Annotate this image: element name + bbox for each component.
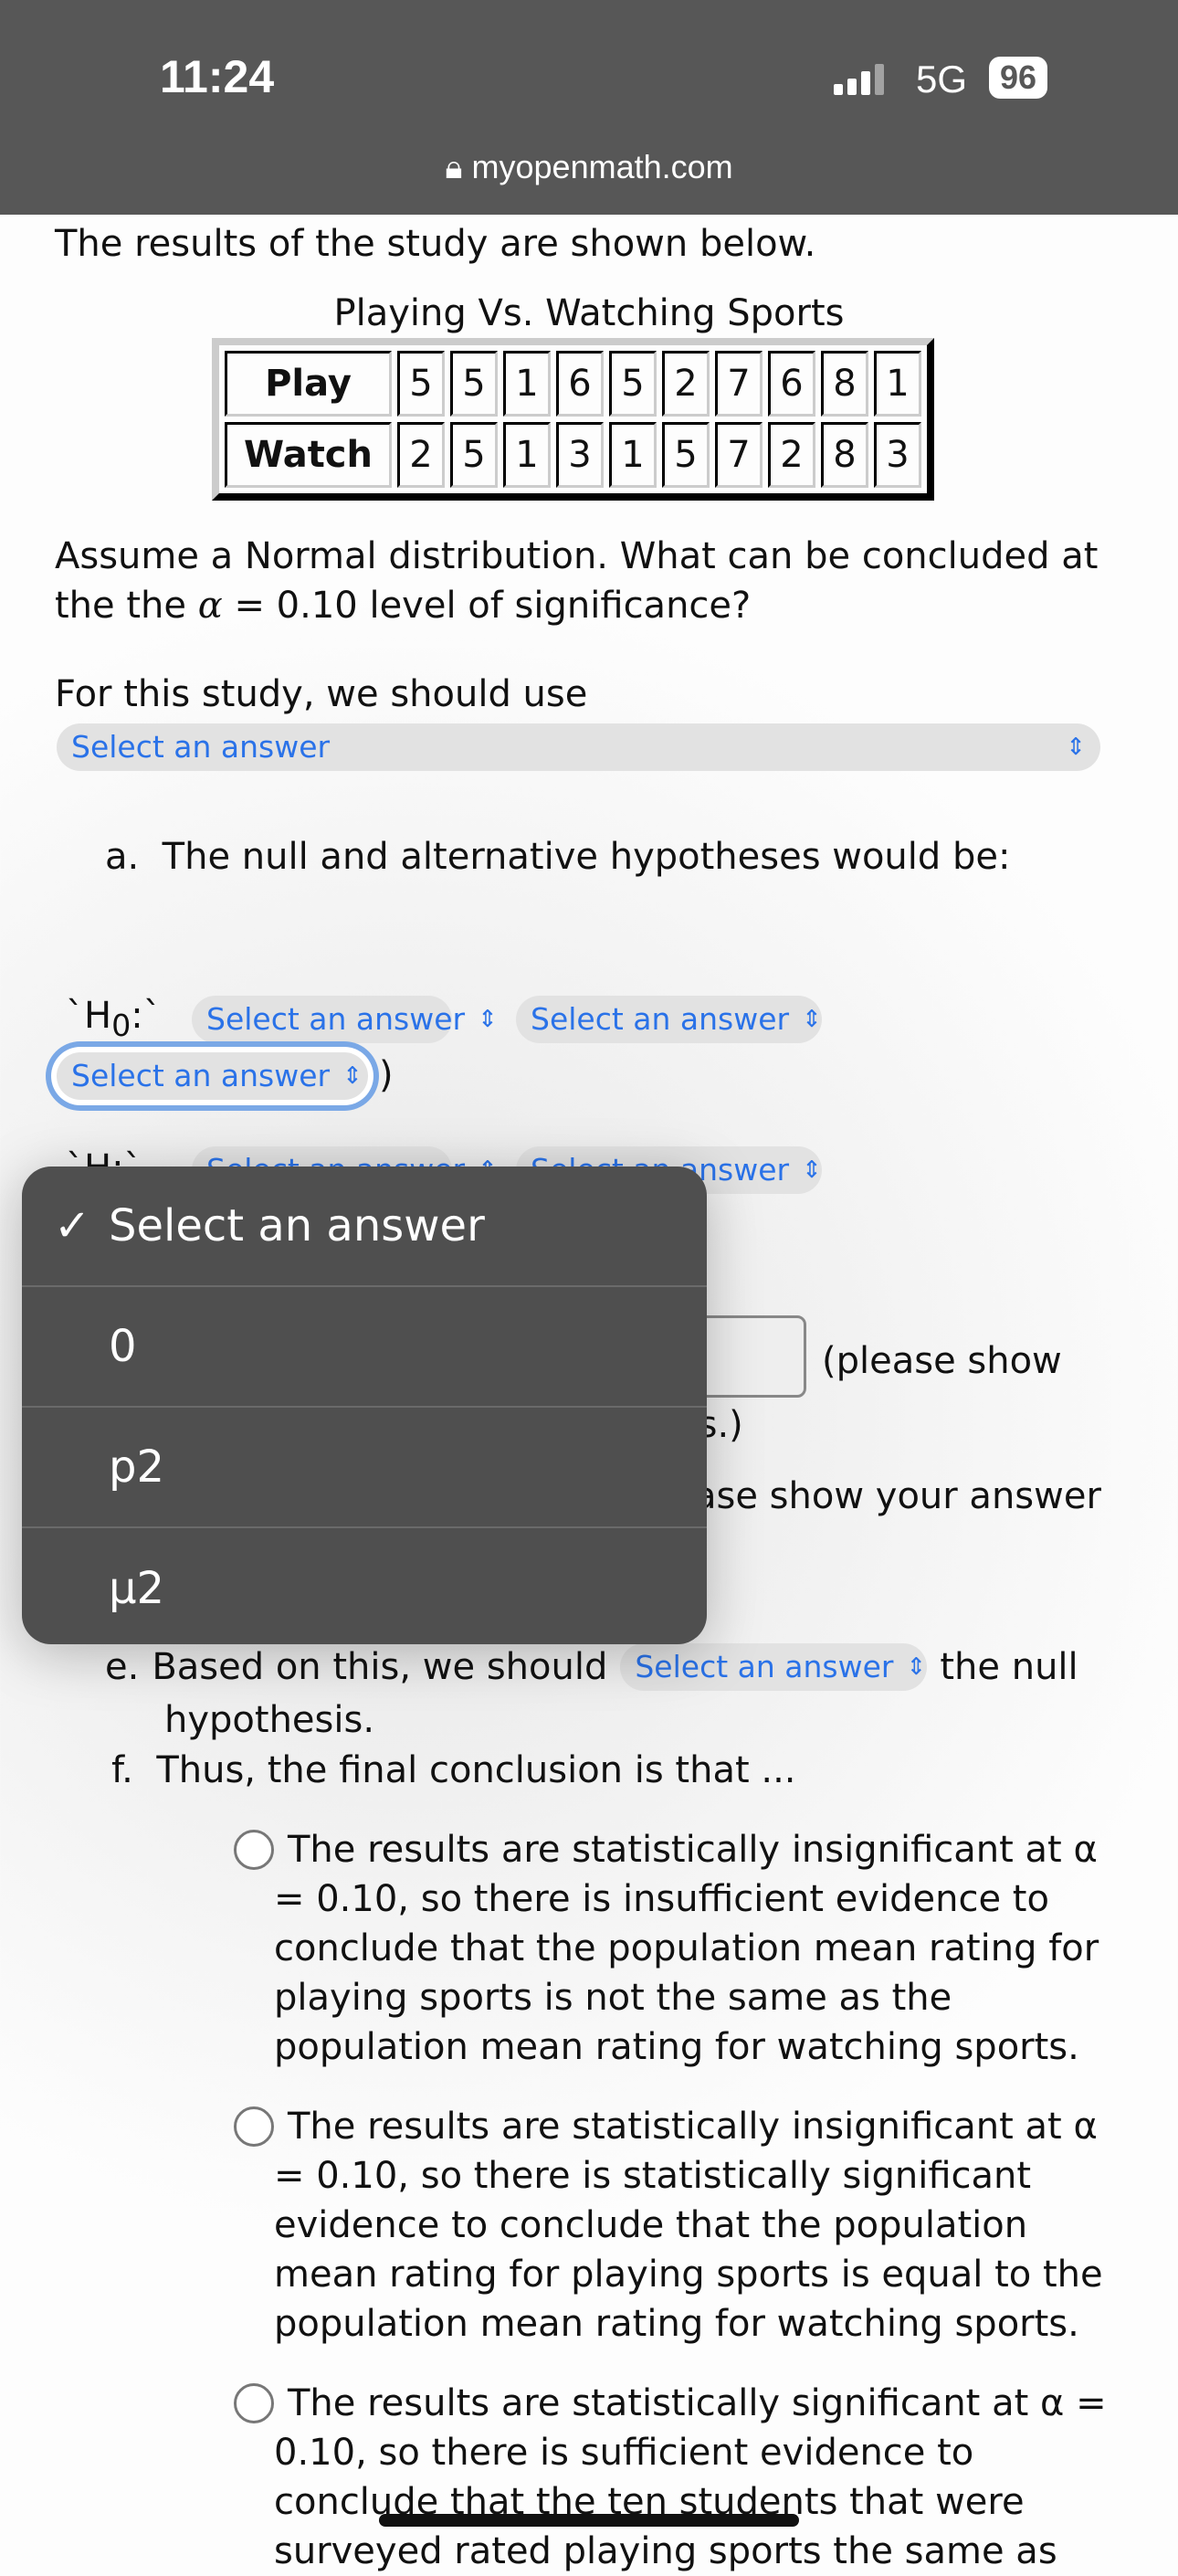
chevron-updown-icon: ⇕ xyxy=(478,1006,498,1033)
question-line-2: the the α = 0.10 level of significance? xyxy=(55,581,1151,630)
option-2-text: The results are statistically insignific… xyxy=(274,2106,1103,2345)
colon: :` xyxy=(131,995,162,1037)
select-text: Select an answer xyxy=(531,1001,790,1037)
close-paren: ) xyxy=(379,1054,394,1096)
table-cell: 6 xyxy=(556,351,604,417)
table-cell: 7 xyxy=(715,422,763,488)
decision-select[interactable]: Select an answer ⇕ xyxy=(620,1643,928,1691)
select-text: Select an answer xyxy=(635,1649,894,1684)
table-cell: 2 xyxy=(768,422,815,488)
url-text: myopenmath.com xyxy=(471,148,733,185)
part-e: e. Based on this, we should Select an an… xyxy=(105,1642,1078,1692)
table-cell: 5 xyxy=(450,351,498,417)
table-cell: 5 xyxy=(609,351,657,417)
network-type: 5G xyxy=(916,58,968,100)
h0-label: `H0:` xyxy=(66,991,162,1050)
label: Select an answer xyxy=(109,1200,485,1251)
part-a: a. The null and alternative hypotheses w… xyxy=(105,832,1010,882)
status-bar: 11:24 5G 96 🔒︎ myopenmath.com xyxy=(0,0,1178,215)
table-cell: 7 xyxy=(715,351,763,417)
table-row: Watch 2 5 1 3 1 5 7 2 8 3 xyxy=(225,422,921,488)
h0-sub: 0 xyxy=(111,1008,131,1043)
part-e-line2: hypothesis. xyxy=(164,1699,375,1741)
table-cell: 5 xyxy=(662,422,710,488)
table-cell: 1 xyxy=(874,351,921,417)
part-d-tail: ase show your answer xyxy=(694,1475,1101,1517)
menu-item-p2[interactable]: p2 xyxy=(22,1408,707,1528)
menu-item-select-an-answer[interactable]: ✓ Select an answer xyxy=(22,1167,707,1287)
signal-icon xyxy=(834,64,884,95)
part-e-pre: Based on this, we should xyxy=(152,1646,608,1688)
chevron-updown-icon: ⇕ xyxy=(906,1653,927,1681)
table-cell: 1 xyxy=(503,422,551,488)
table-cell: 3 xyxy=(556,422,604,488)
marker: e. xyxy=(105,1646,140,1688)
home-indicator[interactable] xyxy=(379,2514,799,2527)
chevron-updown-icon: ⇕ xyxy=(1066,734,1086,761)
chevron-updown-icon: ⇕ xyxy=(802,1006,822,1033)
lock-icon: 🔒︎ xyxy=(445,148,472,185)
question-text: Assume a Normal distribution. What can b… xyxy=(55,532,1151,630)
table-cell: 2 xyxy=(662,351,710,417)
label: 0 xyxy=(109,1321,137,1372)
menu-item-mu2[interactable]: μ2 xyxy=(22,1528,707,1644)
use-label: For this study, we should use xyxy=(55,673,588,715)
option-3-text: The results are statistically significan… xyxy=(274,2382,1107,2572)
table-cell: 5 xyxy=(397,351,445,417)
h0-operator-select[interactable]: Select an answer ⇕ xyxy=(516,996,822,1043)
menu-item-0[interactable]: 0 xyxy=(22,1287,707,1408)
data-table: Play 5 5 1 6 5 2 7 6 8 1 Watch 2 5 1 3 1 5 7 2 8 3 xyxy=(212,338,934,501)
table-row: Play 5 5 1 6 5 2 7 6 8 1 xyxy=(225,351,921,417)
select-text: Select an answer xyxy=(71,729,331,765)
table-cell: 5 xyxy=(450,422,498,488)
dropdown-menu: ✓ Select an answer 0 p2 μ2 xyxy=(22,1167,707,1644)
question-line-1: Assume a Normal distribution. What can b… xyxy=(55,535,1099,577)
table-cell: 1 xyxy=(609,422,657,488)
chevron-updown-icon: ⇕ xyxy=(342,1062,363,1090)
marker: a. xyxy=(105,836,140,878)
part-f-text: Thus, the final conclusion is that ... xyxy=(156,1749,796,1791)
clock: 11:24 xyxy=(160,51,275,102)
option-1-text: The results are statistically insignific… xyxy=(274,1829,1099,2068)
h0-value-select[interactable]: Select an answer ⇕ xyxy=(57,1052,368,1100)
table-cell: 8 xyxy=(821,422,868,488)
part-c-tail: (please show xyxy=(822,1340,1062,1382)
h: `H xyxy=(66,995,112,1037)
table-cell: 3 xyxy=(874,422,921,488)
select-text: Select an answer xyxy=(71,1058,331,1093)
table-cell: 8 xyxy=(821,351,868,417)
battery-icon: 96 xyxy=(989,57,1048,99)
alpha-symbol: α xyxy=(197,585,223,627)
h0-param-select[interactable]: Select an answer ⇕ xyxy=(192,996,498,1043)
test-type-select[interactable]: Select an answer ⇕ xyxy=(57,723,1100,771)
select-text: Select an answer xyxy=(206,1001,466,1037)
part-e-post: the null xyxy=(940,1646,1078,1688)
label: μ2 xyxy=(109,1563,165,1614)
marker: f. xyxy=(111,1749,133,1791)
radio-option-2[interactable] xyxy=(234,2106,274,2147)
part-a-text: The null and alternative hypotheses woul… xyxy=(162,836,1011,878)
table-cell: 6 xyxy=(768,351,815,417)
radio-option-3[interactable] xyxy=(234,2383,274,2423)
intro-text: The results of the study are shown below… xyxy=(55,223,816,265)
q-post: = 0.10 level of significance? xyxy=(222,585,752,627)
table-cell: 2 xyxy=(397,422,445,488)
part-f: f. Thus, the final conclusion is that ..… xyxy=(111,1746,796,1795)
row-header: Watch xyxy=(225,422,392,488)
address-bar[interactable]: 🔒︎ myopenmath.com xyxy=(0,148,1178,187)
q-pre: the the xyxy=(55,585,198,627)
radio-option-1[interactable] xyxy=(234,1830,274,1870)
label: p2 xyxy=(109,1441,165,1493)
checkmark-icon: ✓ xyxy=(54,1200,91,1251)
row-header: Play xyxy=(225,351,392,417)
table-title: Playing Vs. Watching Sports xyxy=(333,292,845,334)
table-cell: 1 xyxy=(503,351,551,417)
chevron-updown-icon: ⇕ xyxy=(802,1156,822,1184)
